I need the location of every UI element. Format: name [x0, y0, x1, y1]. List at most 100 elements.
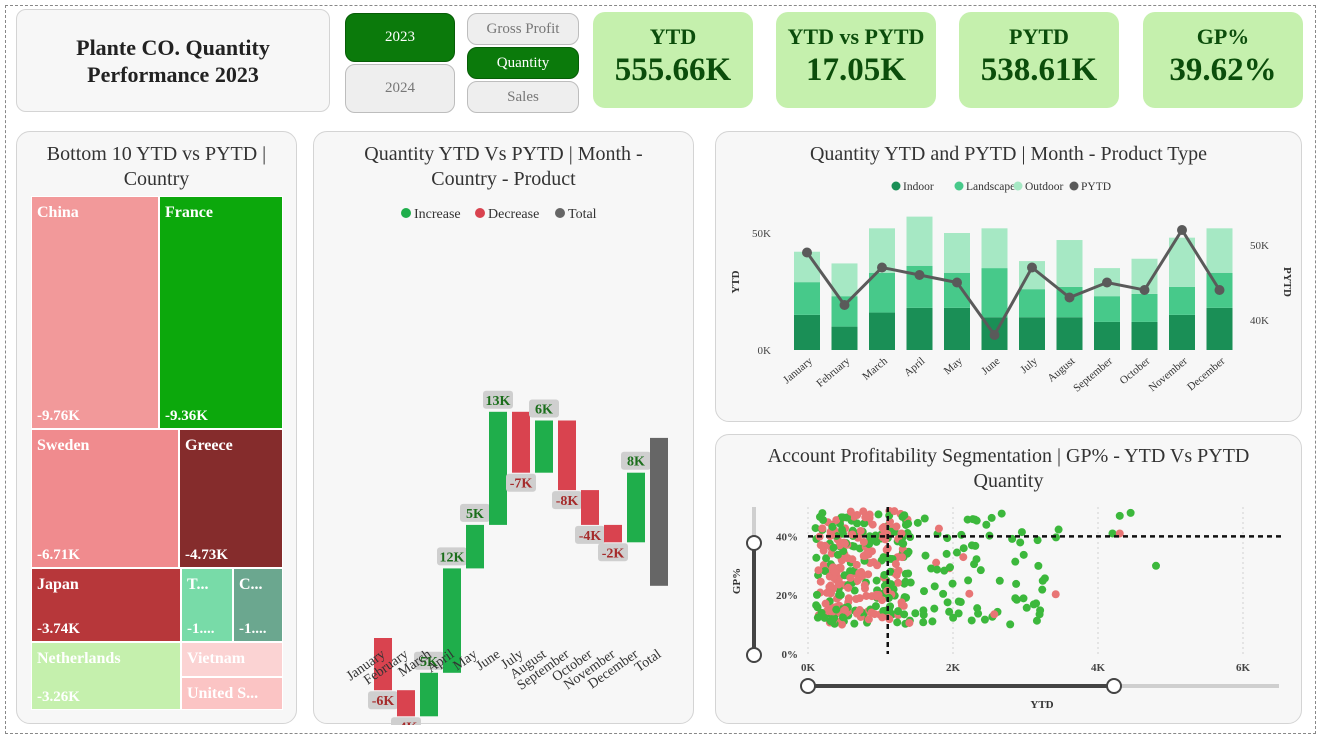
treemap-tile-vietnam[interactable]: Vietnam	[181, 642, 283, 677]
scatter-point-positive	[1038, 585, 1047, 594]
scatter-point-positive	[942, 549, 951, 558]
pytd-point-november	[1177, 225, 1187, 235]
treemap-tile-france[interactable]: France -9.36K	[159, 196, 283, 429]
legend-increase-marker	[401, 208, 411, 218]
scatter-point-positive	[945, 607, 954, 616]
legend-indoor-marker	[891, 181, 901, 191]
scatter-point-positive	[813, 603, 822, 612]
treemap-tile-value: -9.76K	[37, 408, 80, 424]
scatter-point-negative	[840, 605, 849, 614]
scatter-y-tick: 40%	[776, 531, 798, 543]
combo-y-tick: 0K	[758, 345, 772, 357]
treemap-tile-china[interactable]: China -9.76K	[31, 196, 159, 429]
waterfall-data-label: -2K	[602, 546, 625, 561]
scatter-point-positive	[921, 551, 930, 560]
legend-total-marker	[555, 208, 565, 218]
scatter-point-positive	[995, 576, 1004, 585]
scatter-point-negative	[892, 522, 901, 531]
waterfall-data-label: 6K	[535, 403, 553, 418]
year-2023-button[interactable]: 2023	[345, 13, 455, 62]
treemap-tile-japan[interactable]: Japan -3.74K	[31, 568, 181, 642]
treemap-tile-netherlands[interactable]: Netherlands -3.26K	[31, 642, 181, 710]
scatter-point-positive	[874, 510, 883, 519]
page-title: Plante CO. Quantity Performance 2023	[76, 34, 270, 87]
scatter-point-positive	[939, 589, 948, 598]
kpi-gp-percent-value: 39.62%	[1169, 52, 1277, 88]
scatter-point-positive	[967, 541, 976, 550]
scatter-point-negative	[846, 573, 855, 582]
year-2024-button[interactable]: 2024	[345, 64, 455, 113]
scatter-point-positive	[930, 604, 939, 613]
pytd-point-december	[1214, 285, 1225, 295]
scatter-point-negative	[844, 583, 853, 592]
combo-bar-indoor-may	[944, 307, 970, 350]
waterfall-data-label: -8K	[556, 494, 579, 509]
waterfall-data-label: -6K	[372, 694, 395, 709]
combo-tick-august: August	[1045, 355, 1077, 385]
scatter-point-positive	[1152, 561, 1160, 570]
treemap-tile-value: -3.26K	[37, 689, 80, 705]
scatter-point-positive	[930, 582, 939, 591]
treemap-tile-greece[interactable]: Greece -4.73K	[179, 429, 283, 568]
page-title-card: Plante CO. Quantity Performance 2023	[16, 9, 330, 112]
scatter-point-positive	[976, 566, 985, 575]
combo-tick-january: January	[781, 355, 815, 387]
treemap-title: Bottom 10 YTD vs PYTD | Country	[46, 143, 267, 190]
waterfall-data-label: 13K	[486, 394, 511, 409]
scatter-point-negative	[821, 599, 830, 608]
scatter-x-tick: 6K	[1236, 662, 1251, 674]
pytd-point-april	[914, 270, 925, 280]
combo-y2-axis-label: PYTD	[1281, 267, 1293, 297]
x-slider-handle-min[interactable]	[800, 678, 816, 694]
combo-bar-outdoor-april	[906, 216, 933, 266]
treemap-tile-sweden[interactable]: Sweden -6.71K	[31, 429, 179, 568]
scatter-point-positive	[919, 606, 928, 615]
y-slider-handle-min[interactable]	[746, 647, 762, 663]
kpi-ytd-label: YTD	[649, 24, 697, 49]
scatter-point-negative	[890, 507, 899, 516]
combo-bar-indoor-august	[1056, 317, 1083, 350]
scatter-point-positive	[940, 566, 949, 575]
scatter-point-positive	[872, 576, 881, 585]
treemap-tile-name: Japan	[37, 576, 79, 593]
pytd-point-february	[839, 300, 850, 310]
scatter-point-positive	[948, 579, 957, 588]
waterfall-data-label: -7K	[510, 477, 533, 492]
waterfall-bar-june	[489, 411, 507, 525]
sales-button[interactable]: Sales	[467, 81, 579, 113]
combo-y2-tick: 50K	[1250, 240, 1269, 252]
scatter-point-positive	[920, 514, 929, 523]
waterfall-panel: Quantity YTD Vs PYTD | Month - Country -…	[313, 131, 694, 725]
treemap-tile-name: C...	[239, 576, 263, 593]
scatter-point-positive	[1126, 508, 1135, 517]
scatter-point-positive	[1036, 606, 1045, 615]
gross-profit-button[interactable]: Gross Profit	[467, 13, 579, 45]
scatter-point-positive	[1019, 594, 1028, 603]
waterfall-bar-november	[604, 524, 622, 543]
scatter-point-negative	[826, 589, 835, 598]
kpi-pytd-value: 538.61K	[980, 52, 1098, 88]
y-slider-handle-max[interactable]	[746, 535, 762, 551]
scatter-point-positive	[1012, 595, 1021, 604]
treemap-tile-value: -1....	[239, 621, 267, 637]
scatter-point-positive	[1012, 579, 1021, 588]
treemap-tile-united-s[interactable]: United S...	[181, 677, 283, 710]
pytd-point-september	[1102, 277, 1112, 288]
x-slider-handle-max[interactable]	[1106, 678, 1122, 694]
treemap-tile-t[interactable]: T... -1....	[181, 568, 233, 642]
waterfall-tick-total: Total	[632, 647, 664, 676]
scatter-point-negative	[840, 539, 849, 548]
waterfall-bar-march	[420, 672, 438, 717]
waterfall-bar-october	[581, 490, 599, 525]
quantity-button[interactable]: Quantity	[467, 47, 579, 79]
scatter-point-positive	[850, 619, 859, 628]
waterfall-bar-total	[650, 437, 668, 586]
treemap-tile-c[interactable]: C... -1....	[233, 568, 283, 642]
pytd-point-october	[1139, 285, 1150, 295]
waterfall-bar-july	[512, 411, 530, 473]
combo-bar-landscape-november	[1169, 286, 1195, 315]
scatter-x-axis-label: YTD	[1030, 699, 1053, 711]
treemap-panel: Bottom 10 YTD vs PYTD | Country China -9.…	[16, 131, 297, 724]
combo-bar-indoor-january	[794, 314, 820, 350]
legend-landscape-marker	[954, 181, 964, 191]
